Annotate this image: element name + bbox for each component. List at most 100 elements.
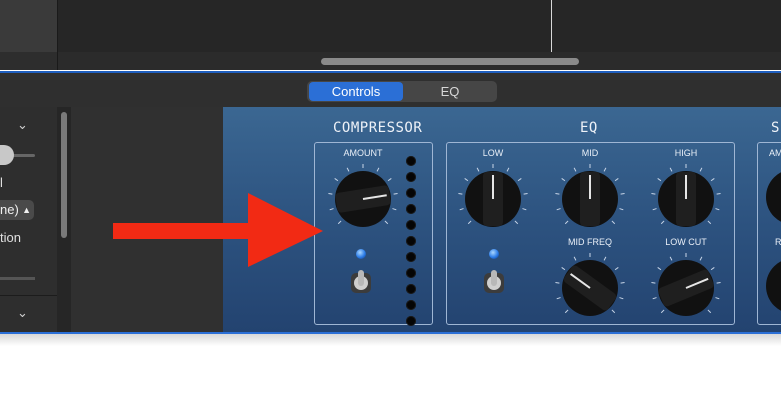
inspector-text: l [0,175,3,190]
knob-tick [603,167,607,172]
knob-tick [715,208,720,211]
chevron-down-icon[interactable]: ⌄ [17,305,28,321]
select-value: ne) [0,202,19,217]
knob-tick [657,267,662,271]
knob-tick [376,167,380,172]
knob-tick [564,309,569,314]
track-header[interactable] [0,0,57,52]
mid-freq-label: MID FREQ [568,237,612,247]
knob-tick [522,208,527,211]
vertical-scrollbar[interactable] [61,112,67,238]
compressor-amount-knob[interactable] [323,159,403,239]
knob-tick [561,267,566,271]
knob-tick [660,309,665,314]
next-section-knob-bottom[interactable] [760,252,781,322]
meter-led [406,236,416,246]
meter-led [406,156,416,166]
knob-tick [459,208,464,211]
knob-tick [611,309,616,314]
knob-tick [346,167,350,172]
knob-tick [603,256,607,261]
horizontal-scrollbar[interactable] [321,58,579,65]
knob-tick [573,256,577,261]
knob-tick [523,193,528,195]
knob-tick [467,220,472,225]
meter-led [406,252,416,262]
knob-tick [561,178,566,182]
red-arrow-annotation [113,193,323,267]
inspector-label: tion [0,230,21,245]
meter-led [406,316,416,326]
knob-tick [611,220,616,225]
knob-tick [476,167,480,172]
tab-controls[interactable]: Controls [309,82,403,101]
knob-tick [393,193,398,195]
meter-led [406,188,416,198]
next-section-label-top: AM [769,148,781,158]
knob-tick [669,167,673,172]
select-arrows-icon: ▲ [22,205,31,215]
amount-label: AMOUNT [343,148,383,158]
eq-title: EQ [580,120,598,136]
knob-tick [464,178,469,182]
slider-track-2[interactable] [0,277,35,280]
low-label: LOW [482,148,504,158]
playhead[interactable] [551,0,552,52]
knob-tick [652,208,657,211]
knob-tick [556,208,561,211]
knob-tick [710,267,715,271]
eq-low-cut-knob[interactable] [646,248,726,328]
next-section-knob-top[interactable] [760,163,781,233]
knob-tick [660,220,665,225]
compressor-led [356,249,366,259]
knob-tick [555,193,560,195]
knob-tick [710,178,715,182]
knob-tick [652,297,657,300]
tab-eq[interactable]: EQ [403,81,497,102]
compressor-toggle-switch[interactable] [347,267,375,297]
meter-led [406,268,416,278]
knob-tick [573,167,577,172]
knob-tick [707,220,712,225]
slider-thumb[interactable] [0,145,14,165]
mid-label: MID [581,148,599,158]
knob-tick [329,208,334,211]
knob-tick [619,208,624,211]
knob-tick [716,282,721,284]
eq-mid-freq-knob[interactable] [550,248,630,328]
knob-tick [707,309,712,314]
knob-tick [715,297,720,300]
track-header-footer [0,52,57,70]
knob-tick [620,282,625,284]
knob-tick [657,178,662,182]
compressor-title: COMPRESSOR [333,120,423,136]
eq-mid-knob[interactable] [550,159,630,239]
smart-controls-header: Controls EQ [0,71,781,107]
knob-tick [514,220,519,225]
knob-tick [651,282,656,284]
knob-tick [699,256,703,261]
panel-shadow [0,334,781,346]
knob-tick [614,178,619,182]
knob-tick [564,220,569,225]
high-label: HIGH [674,148,698,158]
knob-tick [716,193,721,195]
knob-tick [392,208,397,211]
meter-led [406,172,416,182]
knob-tick [517,178,522,182]
eq-toggle-switch[interactable] [480,267,508,297]
knob-tick [334,178,339,182]
knob-tick [556,297,561,300]
knob-tick [699,167,703,172]
eq-led [489,249,499,259]
knob-tick [337,220,342,225]
chevron-down-icon[interactable]: ⌄ [17,117,28,133]
eq-low-knob[interactable] [453,159,533,239]
eq-high-knob[interactable] [646,159,726,239]
next-section-label-bottom: R [775,237,781,247]
knob-tick [669,256,673,261]
knob-tick [651,193,656,195]
knob-tick [619,297,624,300]
inspector-select[interactable]: ne) ▲ [0,200,34,220]
knob-tick [384,220,389,225]
